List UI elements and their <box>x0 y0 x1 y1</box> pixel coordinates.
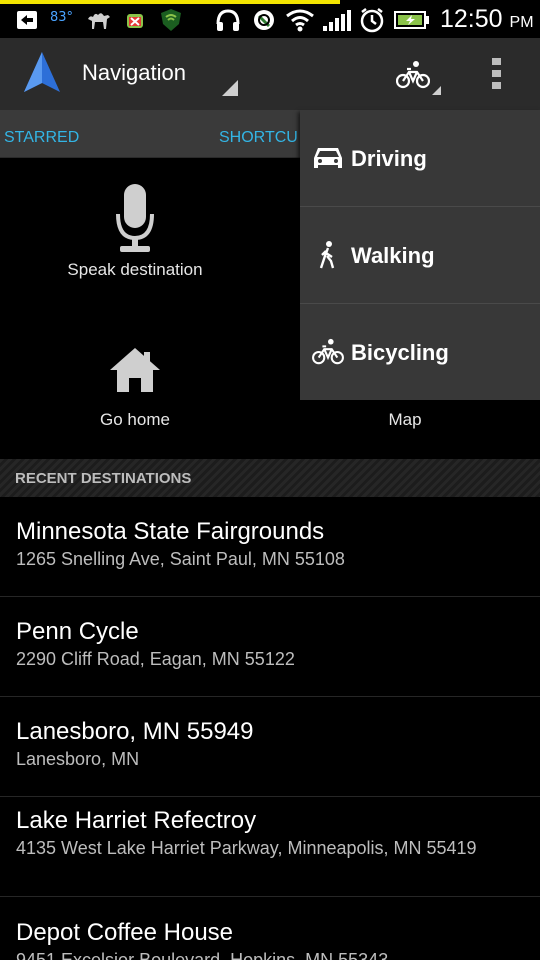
speak-destination-button[interactable]: Speak destination <box>0 158 270 308</box>
tab-starred[interactable]: STARRED <box>4 129 79 147</box>
tab-shortcuts[interactable]: SHORTCU <box>219 129 298 147</box>
clock: 12:50 PM <box>440 5 534 34</box>
rotation-icon <box>250 8 278 32</box>
travel-mode-menu: Driving Walking Bicycling <box>300 110 540 400</box>
battery-icon <box>394 8 430 32</box>
shield-icon <box>158 8 184 32</box>
list-item[interactable]: Penn Cycle 2290 Cliff Road, Eagan, MN 55… <box>0 597 540 697</box>
headphones-icon <box>214 8 242 32</box>
list-item[interactable]: Lake Harriet Refectroy 4135 West Lake Ha… <box>0 797 540 897</box>
wifi-icon <box>284 8 316 32</box>
overflow-menu-icon[interactable] <box>486 58 510 92</box>
destination-address: 9451 Excelsior Boulevard, Hopkins, MN 55… <box>16 950 389 960</box>
temperature-text: 83° <box>50 10 74 25</box>
action-bar: Navigation <box>0 38 540 110</box>
car-icon <box>314 148 342 168</box>
microphone-icon <box>116 184 154 252</box>
destination-name: Depot Coffee House <box>16 919 234 946</box>
list-item[interactable]: Depot Coffee House 9451 Excelsior Boulev… <box>0 897 540 960</box>
destination-name: Lanesboro, MN 55949 <box>16 718 254 745</box>
menu-item-driving[interactable]: Driving <box>300 110 540 207</box>
destination-address: 2290 Cliff Road, Eagan, MN 55122 <box>16 649 295 669</box>
back-arrow-icon <box>16 8 38 32</box>
walking-icon <box>319 241 335 269</box>
clock-ampm: PM <box>509 14 534 31</box>
recent-destinations-list: Minnesota State Fairgrounds 1265 Snellin… <box>0 497 540 960</box>
clock-time: 12:50 <box>440 5 503 33</box>
go-home-button[interactable]: Go home <box>0 308 270 458</box>
recent-destinations-title: RECENT DESTINATIONS <box>15 470 192 487</box>
camel-icon <box>86 8 112 32</box>
destination-name: Penn Cycle <box>16 618 139 645</box>
destination-name: Minnesota State Fairgrounds <box>16 518 325 545</box>
destination-name: Lake Harriet Refectroy <box>16 807 257 834</box>
menu-item-walking-label: Walking <box>351 243 435 268</box>
destination-address: 1265 Snelling Ave, Saint Paul, MN 55108 <box>16 549 345 569</box>
travel-mode-dropdown-icon <box>432 86 441 95</box>
menu-item-driving-label: Driving <box>351 146 427 171</box>
android-bug-icon <box>122 8 148 32</box>
bicycle-icon <box>312 338 344 365</box>
alarm-icon <box>358 8 386 33</box>
map-label: Map <box>388 410 422 429</box>
recent-destinations-header: RECENT DESTINATIONS <box>0 459 540 497</box>
title-dropdown-icon[interactable] <box>222 80 238 96</box>
menu-item-bicycling[interactable]: Bicycling <box>300 304 540 401</box>
bicycle-icon <box>396 61 430 89</box>
menu-item-walking[interactable]: Walking <box>300 207 540 304</box>
destination-address: Lanesboro, MN <box>16 749 140 769</box>
menu-item-bicycling-label: Bicycling <box>351 340 449 365</box>
app-title[interactable]: Navigation <box>82 60 186 86</box>
destination-address: 4135 West Lake Harriet Parkway, Minneapo… <box>16 838 477 858</box>
list-item[interactable]: Lanesboro, MN 55949 Lanesboro, MN <box>0 697 540 797</box>
status-bar: 83° 12:50 PM <box>0 0 540 38</box>
progress-line <box>0 0 340 4</box>
list-item[interactable]: Minnesota State Fairgrounds 1265 Snellin… <box>0 497 540 597</box>
home-icon <box>110 348 160 392</box>
signal-icon <box>320 8 352 32</box>
speak-destination-label: Speak destination <box>67 260 203 279</box>
go-home-label: Go home <box>100 410 170 429</box>
navigation-arrow-icon[interactable] <box>24 52 60 98</box>
